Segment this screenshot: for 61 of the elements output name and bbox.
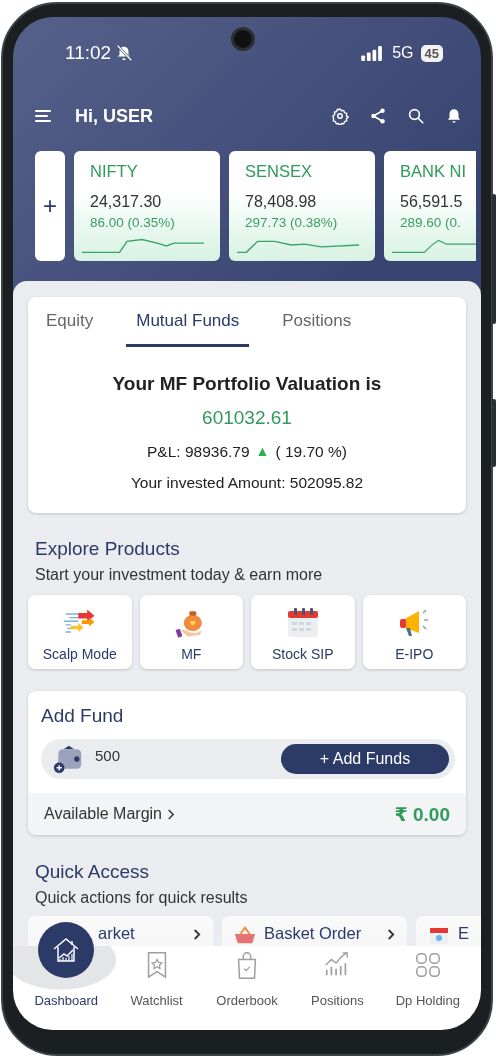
portfolio-valuation: 601032.61	[201, 407, 293, 429]
signal-icon	[361, 45, 385, 61]
pnl-value: P&L: 98936.79	[147, 443, 250, 461]
muted-bell-icon	[115, 44, 134, 62]
battery-indicator: 45	[420, 44, 443, 62]
wallet-icon	[53, 744, 83, 774]
index-value: 78,408.98	[245, 193, 318, 211]
tab[interactable]: Mutual Funds	[126, 297, 250, 347]
index-value: 24,317.30	[90, 193, 163, 211]
camera-icon	[231, 27, 255, 51]
product-tile[interactable]: Stock SIP	[251, 595, 355, 669]
calendar-icon	[428, 925, 450, 945]
quick-action-card[interactable]: E	[416, 916, 481, 946]
index-card[interactable]: SENSEX 78,408.98 297.73 (0.38%)	[229, 151, 375, 261]
section-subtitle: Start your investment today & earn more	[35, 566, 324, 584]
settings-icon[interactable]	[331, 107, 349, 125]
amount-field[interactable]: 500 + Add Funds	[41, 739, 455, 779]
nav-item[interactable]: Dashboard	[21, 988, 112, 1014]
greeting: Hi, USER	[75, 105, 153, 127]
nav-item[interactable]: Orderbook	[201, 946, 293, 1014]
margin-value: ₹ 0.00	[394, 802, 450, 826]
notification-bell-icon[interactable]	[445, 107, 463, 125]
index-name: NIFTY	[90, 162, 139, 181]
up-arrow-icon: ▲	[255, 443, 270, 461]
chevron-right-icon	[166, 807, 175, 821]
index-name: SENSEX	[245, 162, 313, 181]
search-icon[interactable]	[407, 107, 425, 125]
chevron-right-icon	[386, 928, 395, 941]
index-name: BANK NI	[400, 162, 468, 181]
network-label: 5G	[392, 44, 414, 62]
dashboard-button[interactable]	[38, 922, 94, 978]
card-title: Add Fund	[40, 704, 125, 727]
product-tile[interactable]: MF	[139, 595, 243, 669]
nav-item[interactable]: Watchlist	[111, 946, 202, 1014]
tab[interactable]: Equity	[36, 297, 104, 347]
product-tile[interactable]: Scalp Mode	[28, 595, 132, 669]
add-funds-button[interactable]: + Add Funds	[281, 744, 449, 774]
chevron-right-icon	[192, 928, 201, 941]
pnl-percent: ( 19.70 %)	[275, 443, 347, 461]
grid-icon	[413, 950, 442, 980]
tab[interactable]: Positions	[272, 297, 362, 347]
index-change: 86.00 (0.35%)	[90, 215, 176, 230]
product-tile[interactable]: E-IPO	[362, 595, 466, 669]
invested-amount: Your invested Amount: 502095.82	[129, 474, 365, 492]
available-margin-link[interactable]: Available Margin	[44, 805, 175, 823]
index-value: 56,591.5	[400, 193, 464, 211]
status-time: 11:02	[65, 42, 112, 64]
section-title: Quick Access	[35, 861, 151, 883]
quick-action-card[interactable]: Basket Order	[222, 916, 407, 946]
portfolio-title: Your MF Portfolio Valuation is	[111, 373, 383, 395]
index-card[interactable]: NIFTY 24,317.30 86.00 (0.35%)	[74, 151, 220, 261]
nav-item[interactable]: Positions	[292, 946, 383, 1014]
index-change: 289.60 (0.	[400, 215, 462, 230]
index-card[interactable]: BANK NI 56,591.5 289.60 (0.	[384, 151, 476, 261]
nav-item[interactable]: Dp Holding	[382, 946, 474, 1014]
index-change: 297.73 (0.38%)	[245, 215, 339, 230]
share-icon[interactable]	[369, 107, 387, 125]
section-subtitle: Quick actions for quick results	[35, 889, 249, 907]
basket-icon	[234, 925, 256, 945]
add-index-button[interactable]: +	[35, 151, 65, 261]
section-title: Explore Products	[35, 538, 181, 560]
